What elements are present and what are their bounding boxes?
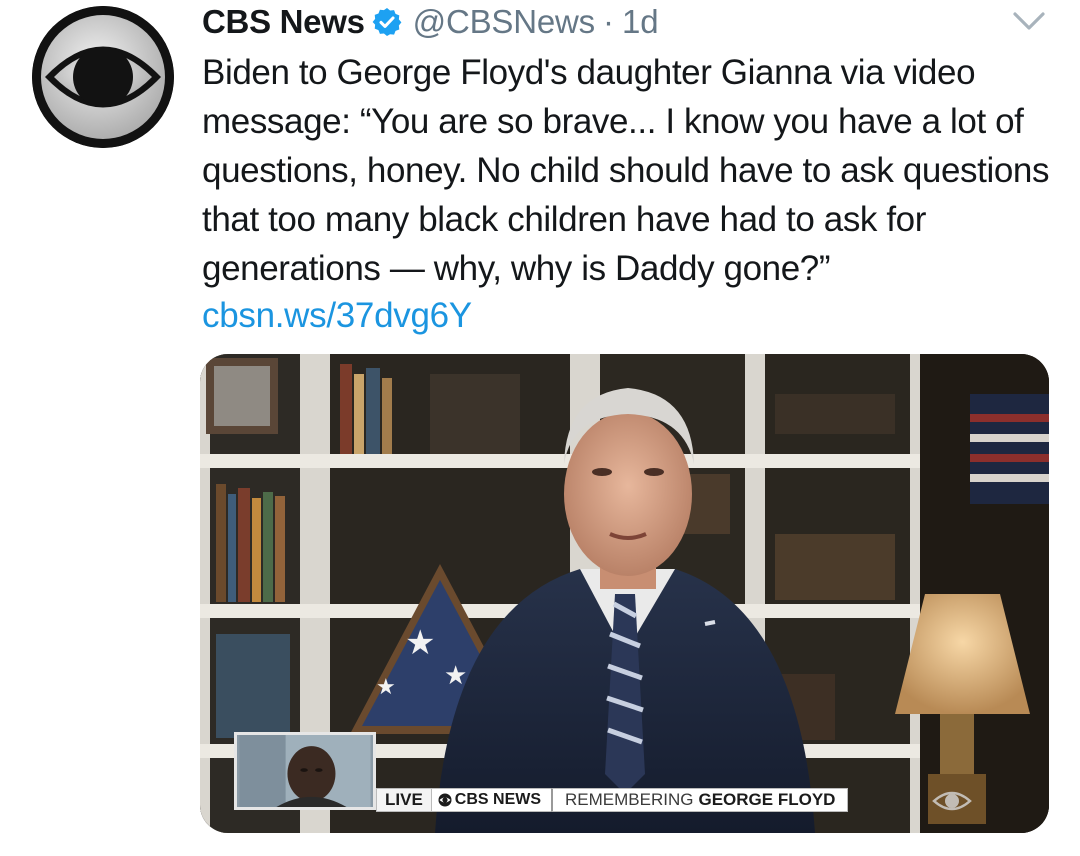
network-name: CBS NEWS [454,791,542,808]
author-name[interactable]: CBS News [202,3,365,41]
cbs-watermark-icon [932,791,972,811]
svg-text:★: ★ [444,661,467,691]
tweet-text: Biden to George Floyd's daughter Gianna … [202,53,1050,288]
chevron-down-icon[interactable] [1010,8,1048,34]
tweet-card: CBS News @CBSNews · 1d Biden to George F… [0,0,1080,856]
news-lower-third: LIVE CBS NEWS REMEMBERING GEORGE FLOYD [376,788,849,812]
portrait-image [239,735,371,807]
headline-bold: GEORGE FLOYD [698,790,836,809]
cbs-eye-logo-icon [32,6,174,148]
live-badge: LIVE [376,788,432,812]
author-handle[interactable]: @CBSNews [413,3,595,41]
separator-dot: · [602,3,614,40]
inset-photo [234,732,376,810]
lower-third-headline: REMEMBERING GEORGE FLOYD [551,788,849,812]
tweet-link[interactable]: cbsn.ws/37dvg6Y [202,294,472,338]
cbs-eye-icon [438,793,452,807]
tweet-header: CBS News @CBSNews · 1d [202,2,659,42]
network-label: CBS NEWS [431,788,552,812]
verified-badge-icon [372,8,402,36]
avatar[interactable] [32,6,174,148]
svg-text:★: ★ [405,623,435,663]
headline-prefix: REMEMBERING [565,790,694,809]
video-thumbnail[interactable]: ★ ★ ★ LIVE CBS NEWS REMEMBERING GEORGE F… [200,354,1049,833]
tweet-timestamp[interactable]: 1d [622,3,659,41]
svg-text:★: ★ [376,675,396,700]
